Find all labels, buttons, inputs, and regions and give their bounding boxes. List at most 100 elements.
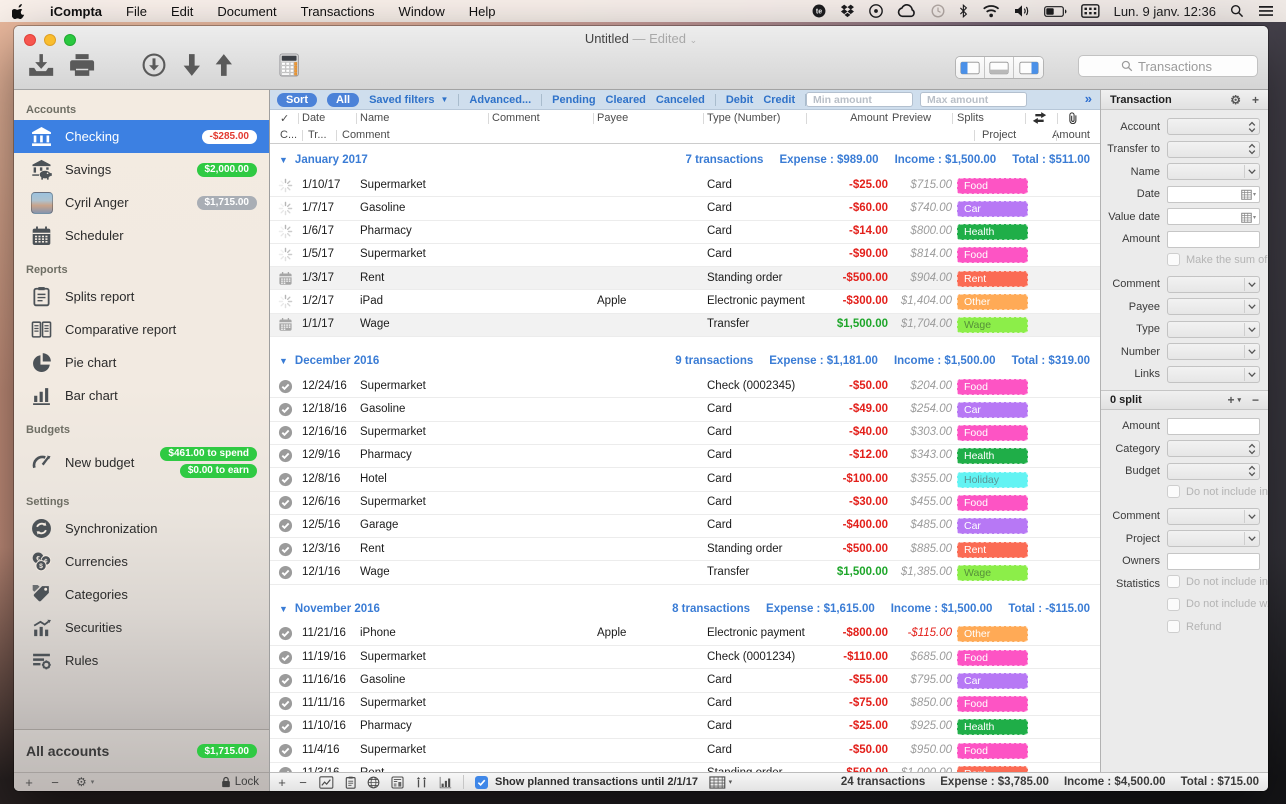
cleared-icon[interactable] [278, 542, 294, 558]
add-transaction-icon[interactable]: + [1252, 93, 1259, 107]
bluetooth-icon[interactable] [959, 4, 968, 18]
sidebar-item-splits-report[interactable]: Splits report [14, 280, 269, 313]
cleared-icon[interactable] [278, 472, 294, 488]
text-field[interactable] [1167, 418, 1260, 435]
pending-icon[interactable] [278, 247, 294, 263]
document-chart-icon[interactable] [391, 776, 404, 789]
gear-icon[interactable]: ⚙ [1230, 93, 1241, 107]
search-input[interactable] [1138, 59, 1249, 74]
checkbox[interactable] [1167, 253, 1180, 266]
wifi-icon[interactable] [982, 4, 1000, 18]
transaction-row[interactable]: 1/10/17SupermarketCard-$25.00$715.00Food [270, 174, 1100, 197]
sidebar-item-synchronization[interactable]: Synchronization [14, 512, 269, 545]
combo-control[interactable] [1167, 343, 1260, 360]
add-transaction-button[interactable]: + [277, 775, 287, 790]
transfer-column-icon[interactable] [1032, 112, 1047, 127]
menu-help[interactable]: Help [469, 4, 496, 19]
column-compare-icon[interactable] [415, 776, 428, 789]
stepper-control[interactable] [1167, 440, 1260, 457]
disclosure-triangle-icon[interactable]: ▼ [279, 155, 288, 165]
stepper-control[interactable] [1167, 118, 1260, 135]
col-name[interactable]: Name [360, 112, 389, 124]
checkbox[interactable] [1167, 620, 1180, 633]
saved-filters-dropdown[interactable]: Saved filters [369, 94, 434, 106]
filter-pending-button[interactable]: Pending [552, 94, 595, 106]
disclosure-triangle-icon[interactable]: ▼ [279, 604, 288, 614]
transaction-row[interactable]: 11/11/16SupermarketCard-$75.00$850.00Foo… [270, 693, 1100, 716]
cleared-icon[interactable] [278, 719, 294, 735]
planned-icon[interactable] [278, 271, 294, 287]
remove-account-button[interactable]: − [50, 775, 60, 790]
dropbox-icon[interactable] [840, 4, 855, 18]
pending-icon[interactable] [278, 178, 294, 194]
cleared-icon[interactable] [278, 518, 294, 534]
character-viewer-icon[interactable] [1081, 4, 1100, 18]
sidebar-item-new-budget[interactable]: New budget$461.00 to spend$0.00 to earn [14, 440, 269, 484]
filter-credit-button[interactable]: Credit [763, 94, 795, 106]
disk-icon[interactable] [869, 4, 883, 18]
date-control[interactable]: ▾ [1167, 208, 1260, 225]
filter-debit-button[interactable]: Debit [726, 94, 754, 106]
combo-control[interactable] [1167, 366, 1260, 383]
remove-transaction-button[interactable]: − [298, 775, 308, 790]
apple-menu-icon[interactable] [12, 3, 26, 19]
grid-calendar-icon[interactable] [709, 776, 726, 789]
pending-icon[interactable] [278, 224, 294, 240]
spotlight-icon[interactable] [1230, 4, 1244, 18]
combo-control[interactable] [1167, 276, 1260, 293]
sidebar-item-comparative-report[interactable]: Comparative report [14, 313, 269, 346]
disclosure-triangle-icon[interactable]: ▼ [279, 356, 288, 366]
sort-button[interactable]: Sort [277, 93, 317, 107]
lock-button[interactable]: Lock [221, 776, 259, 788]
pending-icon[interactable] [278, 201, 294, 217]
transaction-row[interactable]: 12/6/16SupermarketCard-$30.00$455.00Food [270, 492, 1100, 515]
action-gear-button[interactable]: ⚙ [76, 775, 87, 789]
filter-cleared-button[interactable]: Cleared [606, 94, 646, 106]
combo-control[interactable] [1167, 321, 1260, 338]
transaction-row[interactable]: 12/16/16SupermarketCard-$40.00$303.00Foo… [270, 422, 1100, 445]
cleared-icon[interactable] [278, 379, 294, 395]
transaction-row[interactable]: 1/5/17SupermarketCard-$90.00$814.00Food [270, 244, 1100, 267]
remove-split-icon[interactable]: − [1252, 393, 1259, 407]
cleared-icon[interactable] [278, 626, 294, 642]
notification-center-icon[interactable] [1258, 4, 1274, 18]
add-account-button[interactable]: + [24, 775, 34, 790]
cleared-icon[interactable] [278, 425, 294, 441]
bar-chart-icon[interactable] [439, 776, 452, 789]
group-header-december-2016[interactable]: ▼December 20169 transactionsExpense : $1… [270, 347, 1100, 375]
move-up-button[interactable] [214, 53, 234, 77]
calculator-button[interactable] [279, 53, 299, 77]
group-header-november-2016[interactable]: ▼November 20168 transactionsExpense : $1… [270, 595, 1100, 623]
panel-right-toggle[interactable] [1014, 57, 1043, 78]
time-machine-icon[interactable] [931, 4, 945, 18]
sidebar-item-securities[interactable]: Securities [14, 611, 269, 644]
filter-canceled-button[interactable]: Canceled [656, 94, 705, 106]
transaction-row[interactable]: 1/6/17PharmacyCard-$14.00$800.00Health [270, 221, 1100, 244]
print-button[interactable] [68, 53, 96, 77]
col-tr[interactable]: Tr... [308, 129, 327, 141]
all-accounts-summary[interactable]: All accounts $1,715.00 [14, 729, 269, 772]
menu-document[interactable]: Document [217, 4, 276, 19]
col-date[interactable]: Date [302, 112, 325, 124]
transaction-row[interactable]: 12/18/16GasolineCard-$49.00$254.00Car [270, 398, 1100, 421]
planned-checkbox[interactable] [475, 776, 488, 789]
date-control[interactable]: ▾ [1167, 186, 1260, 203]
download-button[interactable] [142, 53, 166, 77]
sidebar-item-bar-chart[interactable]: Bar chart [14, 379, 269, 412]
stepper-control[interactable] [1167, 463, 1260, 480]
transaction-row[interactable]: 11/16/16GasolineCard-$55.00$795.00Car [270, 669, 1100, 692]
transaction-row[interactable]: 11/4/16SupermarketCard-$50.00$950.00Food [270, 739, 1100, 762]
col-preview[interactable]: Preview [892, 112, 931, 124]
transaction-row[interactable]: 11/21/16iPhoneAppleElectronic payment-$8… [270, 623, 1100, 646]
col-project[interactable]: Project [982, 129, 1016, 141]
text-field[interactable] [1167, 553, 1260, 570]
col-payee[interactable]: Payee [597, 112, 628, 124]
min-amount-input[interactable] [806, 92, 913, 107]
cleared-icon[interactable] [278, 650, 294, 666]
sidebar-item-scheduler[interactable]: Scheduler [14, 219, 269, 252]
transaction-row[interactable]: 12/1/16WageTransfer$1,500.00$1,385.00Wag… [270, 561, 1100, 584]
checkbox[interactable] [1167, 598, 1180, 611]
menu-file[interactable]: File [126, 4, 147, 19]
expand-filters-button[interactable]: » [1085, 91, 1092, 106]
import-button[interactable] [26, 53, 56, 77]
